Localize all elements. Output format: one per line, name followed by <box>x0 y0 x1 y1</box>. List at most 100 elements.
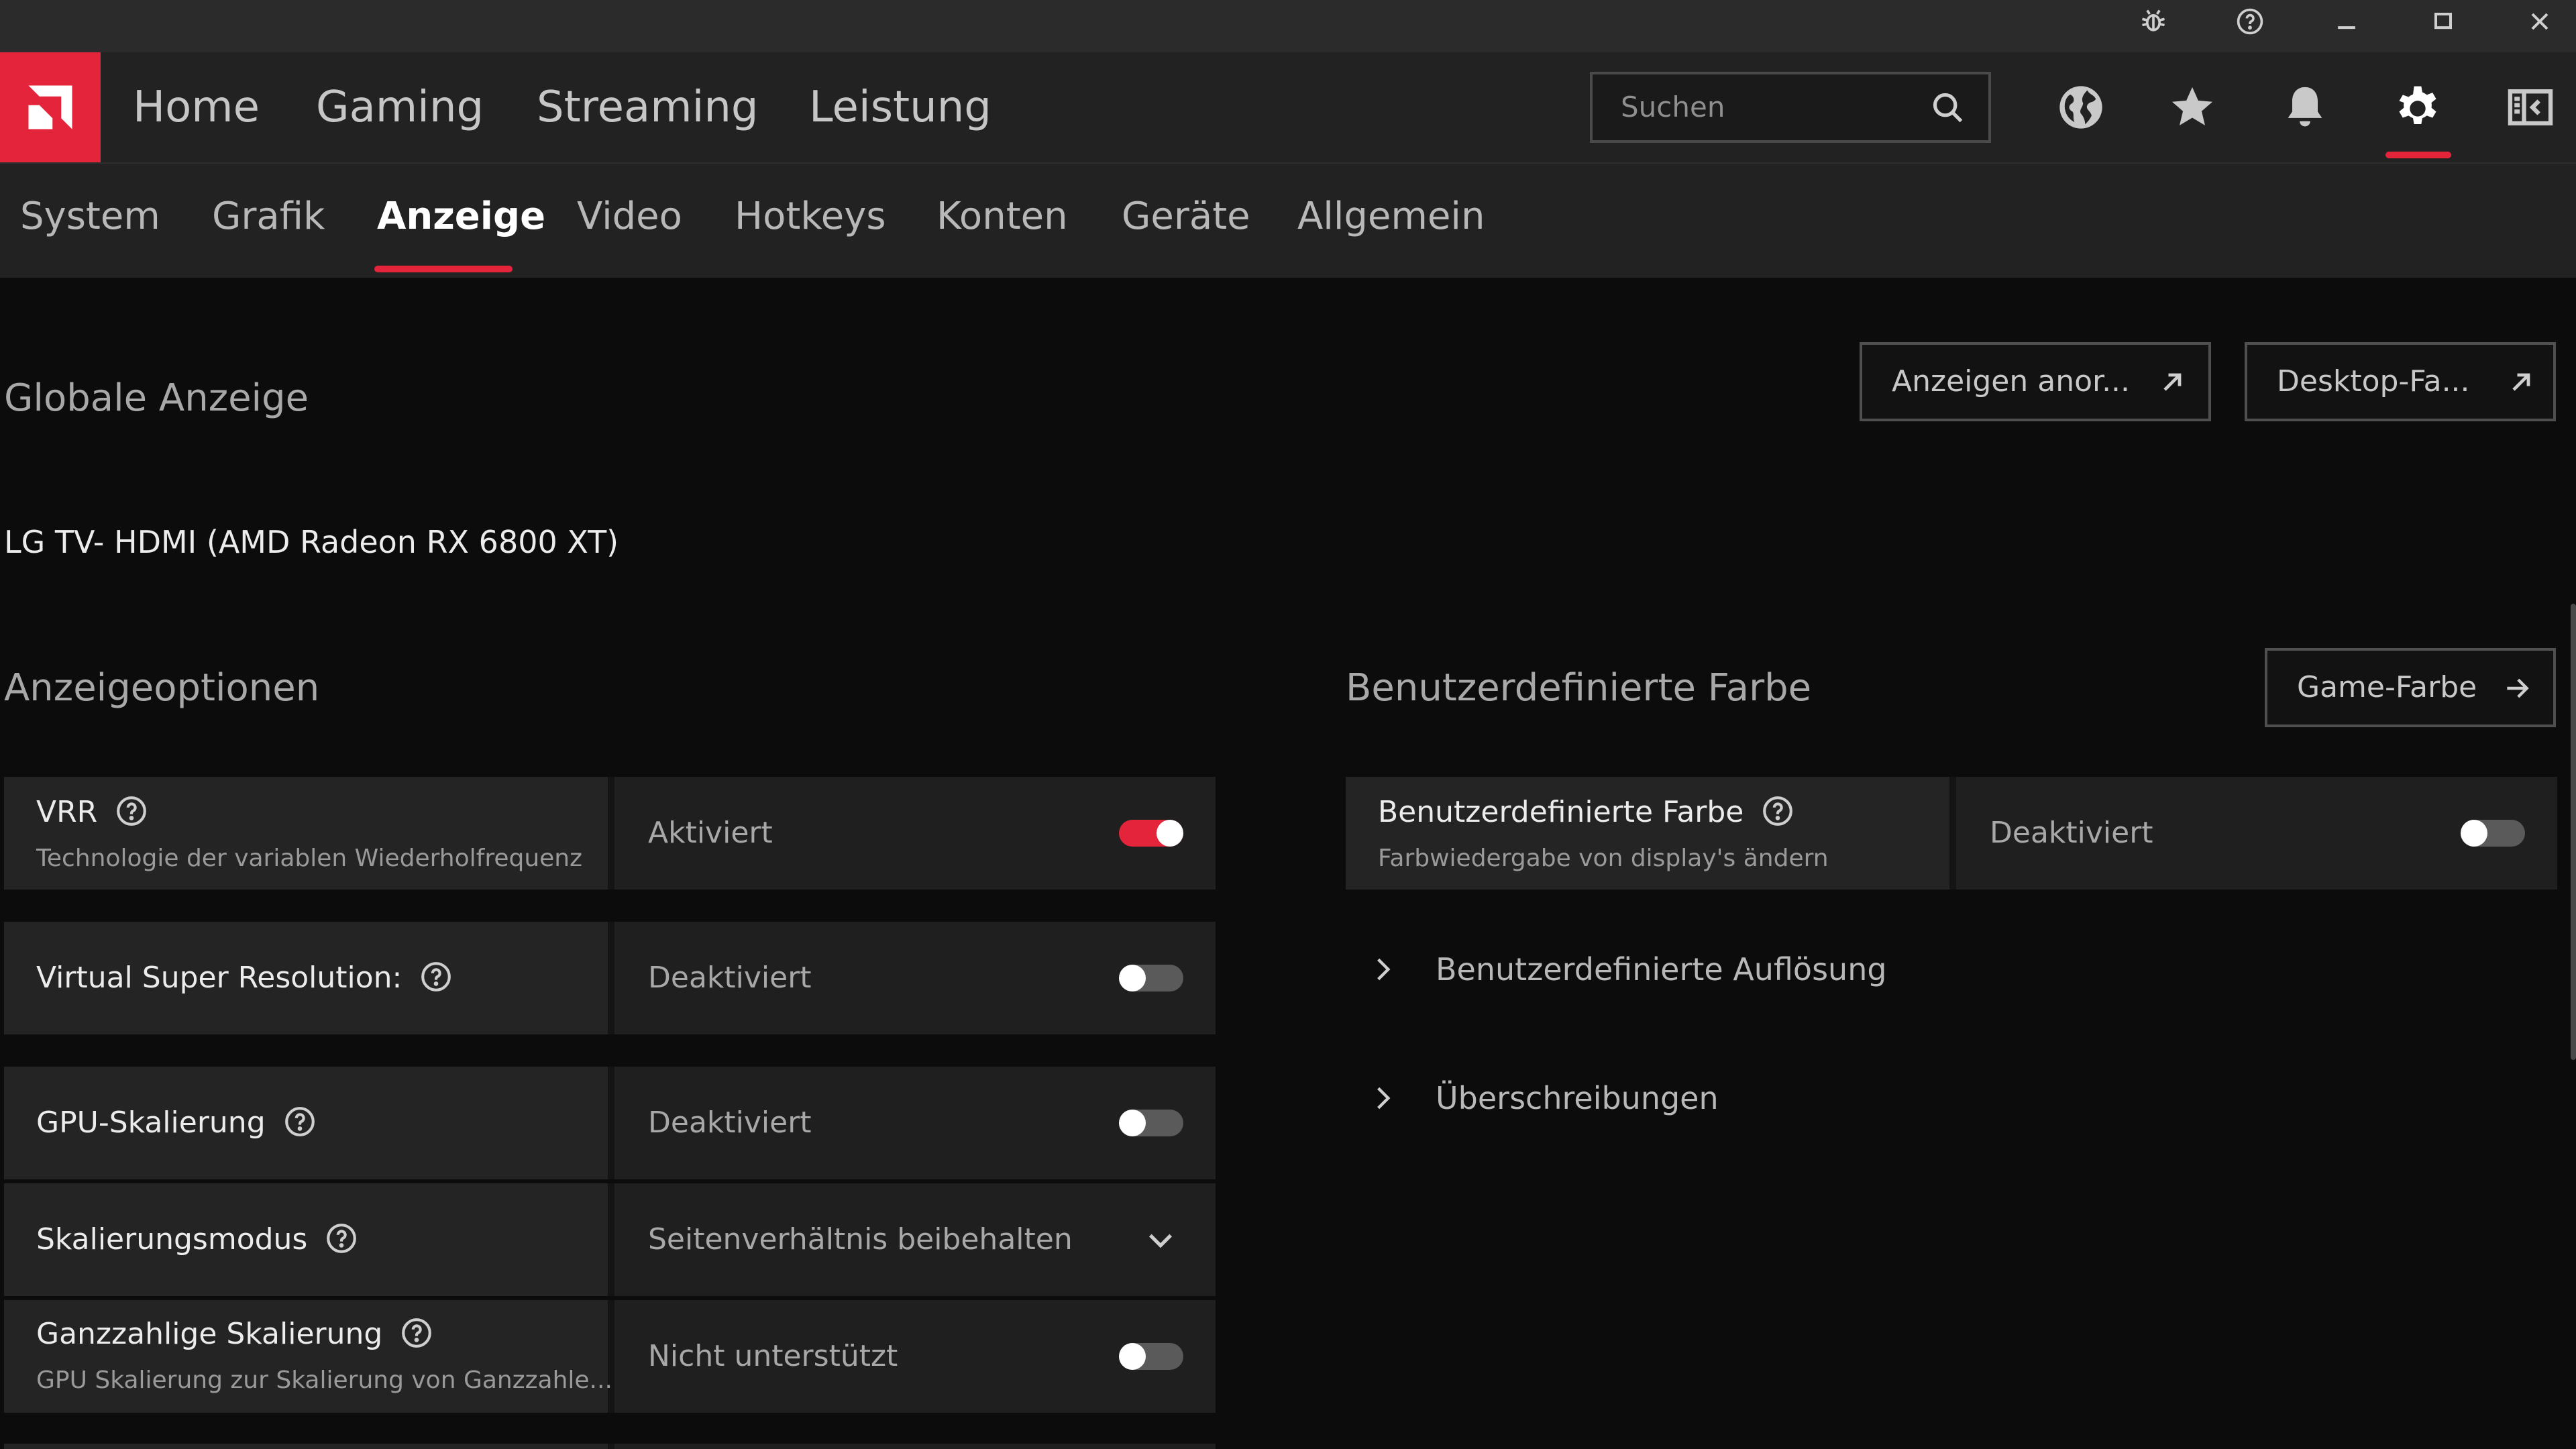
vsr-toggle[interactable] <box>1119 965 1183 991</box>
search-icon[interactable] <box>1931 91 1966 125</box>
tab-konten[interactable]: Konten <box>936 192 1068 241</box>
help-icon[interactable] <box>325 1222 358 1255</box>
nav-streaming[interactable]: Streaming <box>537 79 759 136</box>
globe-icon <box>2059 86 2102 129</box>
help-icon[interactable] <box>115 794 148 828</box>
integer-scaling-setting-row: Ganzzahlige Skalierung GPU Skalierung zu… <box>4 1300 1216 1413</box>
vsr-title: Virtual Super Resolution: <box>36 959 453 998</box>
help-icon[interactable] <box>400 1316 433 1350</box>
integer-scaling-value: Nicht unterstützt <box>648 1339 898 1373</box>
arrow-right-icon <box>2507 678 2529 698</box>
bug-report-button[interactable] <box>2120 0 2187 43</box>
vsr-setting-row: Virtual Super Resolution: Deaktiviert <box>4 922 1216 1034</box>
desktop-color-button[interactable]: Desktop-Fa... <box>2245 342 2556 421</box>
integer-scaling-title-text: Ganzzahlige Skalierung <box>36 1317 383 1351</box>
chevron-down-icon[interactable] <box>1143 1222 1178 1257</box>
star-icon <box>2171 87 2213 125</box>
tab-system[interactable]: System <box>20 192 160 241</box>
settings-tabs: System Grafik Anzeige Video Hotkeys Kont… <box>0 162 2576 278</box>
overrides-label: Überschreibungen <box>1436 1080 1719 1116</box>
custom-color-description: Farbwiedergabe von display's ändern <box>1378 845 1829 872</box>
arrange-displays-button[interactable]: Anzeigen anor... <box>1860 342 2211 421</box>
custom-color-heading: Benutzerdefinierte Farbe <box>1346 666 1812 710</box>
vsr-title-text: Virtual Super Resolution: <box>36 961 402 995</box>
bug-icon <box>2142 9 2165 32</box>
integer-scaling-toggle[interactable] <box>1119 1343 1183 1370</box>
bell-icon <box>2288 87 2322 127</box>
help-circle-icon <box>2237 8 2263 35</box>
tab-grafik[interactable]: Grafik <box>212 192 325 241</box>
tab-video[interactable]: Video <box>577 192 682 241</box>
vrr-title: VRR <box>36 793 148 832</box>
help-icon[interactable] <box>1761 794 1794 828</box>
gpu-scaling-value: Deaktiviert <box>648 1106 812 1140</box>
tab-allgemein[interactable]: Allgemein <box>1297 192 1485 241</box>
sidebar-toggle-button[interactable] <box>2502 79 2559 136</box>
tab-geraete[interactable]: Geräte <box>1122 192 1250 241</box>
help-icon[interactable] <box>283 1105 317 1138</box>
toggle-knob <box>1119 965 1146 991</box>
custom-color-setting-row: Benutzerdefinierte Farbe Farbwiedergabe … <box>1346 777 2557 890</box>
game-color-label: Game-Farbe <box>2297 670 2477 704</box>
vsr-value: Deaktiviert <box>648 961 812 995</box>
amd-logo[interactable] <box>0 52 101 162</box>
toggle-knob <box>1119 1110 1146 1136</box>
toggle-knob <box>1119 1343 1146 1370</box>
language-button[interactable] <box>2053 79 2109 136</box>
sidebar-toggle-icon <box>2508 89 2553 125</box>
gpu-scaling-title-text: GPU-Skalierung <box>36 1106 266 1140</box>
tab-hotkeys[interactable]: Hotkeys <box>735 192 886 241</box>
cell-divider <box>1949 777 1956 890</box>
custom-color-value: Deaktiviert <box>1990 816 2153 850</box>
settings-button[interactable] <box>2390 79 2446 136</box>
integer-scaling-title: Ganzzahlige Skalierung <box>36 1315 433 1354</box>
favorites-button[interactable] <box>2164 79 2220 136</box>
tab-active-indicator <box>374 266 513 272</box>
radeon-settings-window: Home Gaming Streaming Leistung Suchen Sy… <box>0 0 2576 1449</box>
integer-scaling-description: GPU Skalierung zur Skalierung von Ganzza… <box>36 1366 612 1394</box>
help-button[interactable] <box>2216 0 2284 43</box>
minimize-icon <box>2338 26 2355 30</box>
toggle-knob <box>2461 820 2487 847</box>
maximize-icon <box>2434 12 2453 30</box>
help-icon[interactable] <box>419 960 453 994</box>
tab-anzeige[interactable]: Anzeige <box>377 192 545 241</box>
custom-color-title: Benutzerdefinierte Farbe <box>1378 793 1794 832</box>
search-box[interactable]: Suchen <box>1590 72 1991 143</box>
vertical-scrollbar[interactable] <box>2571 604 2576 1060</box>
maximize-button[interactable] <box>2410 0 2477 43</box>
game-color-button[interactable]: Game-Farbe <box>2265 648 2556 727</box>
cell-divider <box>608 1444 614 1449</box>
scaling-mode-dropdown[interactable]: Seitenverhältnis beibehalten <box>648 1220 1073 1259</box>
vrr-description: Technologie der variablen Wiederholfrequ… <box>36 845 583 872</box>
external-link-icon <box>2163 373 2182 391</box>
gear-icon <box>2399 86 2436 125</box>
nav-home[interactable]: Home <box>133 79 260 136</box>
vrr-value: Aktiviert <box>648 816 773 850</box>
gpu-scaling-toggle[interactable] <box>1119 1110 1183 1136</box>
window-title-bar <box>0 0 2576 52</box>
cell-divider <box>608 777 614 890</box>
close-button[interactable] <box>2506 0 2573 43</box>
amd-logo-icon <box>28 85 72 129</box>
nav-leistung[interactable]: Leistung <box>809 79 991 136</box>
scaling-mode-title: Skalierungsmodus <box>36 1220 358 1259</box>
cell-divider <box>608 922 614 1034</box>
scaling-mode-setting-row: Skalierungsmodus Seitenverhältnis beibeh… <box>4 1183 1216 1296</box>
nav-gaming[interactable]: Gaming <box>316 79 484 136</box>
vrr-toggle[interactable] <box>1119 820 1183 847</box>
gpu-scaling-setting-row: GPU-Skalierung Deaktiviert <box>4 1067 1216 1179</box>
notifications-button[interactable] <box>2277 79 2333 136</box>
custom-color-toggle[interactable] <box>2461 820 2525 847</box>
cell-divider <box>608 1183 614 1296</box>
minimize-button[interactable] <box>2313 0 2380 43</box>
settings-active-indicator <box>2385 152 2451 158</box>
toggle-knob <box>1157 820 1183 847</box>
main-navigation: Home Gaming Streaming Leistung Suchen <box>0 52 2576 162</box>
cell-divider <box>608 1067 614 1179</box>
arrange-displays-label: Anzeigen anor... <box>1892 364 2131 398</box>
custom-color-title-text: Benutzerdefinierte Farbe <box>1378 795 1744 829</box>
gpu-scaling-title: GPU-Skalierung <box>36 1104 317 1142</box>
next-label-cell <box>4 1444 608 1449</box>
scaling-mode-title-text: Skalierungsmodus <box>36 1222 308 1256</box>
